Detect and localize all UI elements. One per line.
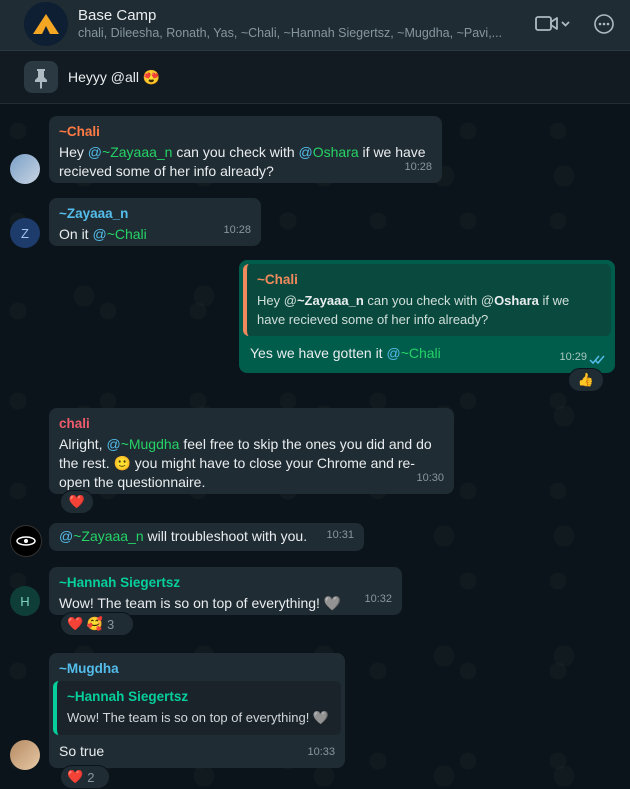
sender-name[interactable]: chali	[59, 414, 444, 433]
group-avatar[interactable]	[24, 2, 68, 46]
mention[interactable]: @~Mugdha	[106, 436, 179, 452]
mention[interactable]: @Oshara	[299, 144, 359, 160]
reaction-pill[interactable]: 👍	[568, 368, 604, 392]
logo-icon	[16, 536, 36, 546]
message-bubble[interactable]: @~Zayaaa_n will troubleshoot with you. 1…	[49, 523, 364, 551]
pin-icon	[24, 61, 58, 93]
ellipsis-icon	[594, 14, 614, 34]
mention[interactable]: @~Chali	[92, 226, 146, 242]
tent-icon	[24, 2, 68, 46]
message-bubble[interactable]: ~Chali Hey @~Zayaaa_n can you check with…	[49, 116, 442, 183]
pinned-text: Heyyy @all 😍	[68, 69, 161, 85]
video-call-button[interactable]	[534, 13, 574, 35]
reaction-count: 2	[87, 769, 95, 785]
message-bubble[interactable]: chali Alright, @~Mugdha feel free to ski…	[49, 408, 454, 494]
message-time: 10:33	[307, 746, 335, 758]
avatar-hannah[interactable]: H	[10, 586, 40, 616]
chat-title[interactable]: Base Camp	[78, 7, 156, 24]
reaction-pill[interactable]: ❤️ 2	[60, 765, 110, 789]
message-time: 10:31	[326, 529, 354, 541]
message-text: Wow! The team is so on top of everything…	[59, 595, 342, 611]
message-text: Hey @~Zayaaa_n can you check with @Oshar…	[59, 144, 426, 179]
avatar-chali[interactable]	[10, 154, 40, 184]
message-time: 10:32	[364, 593, 392, 605]
message-bubble[interactable]: ~Zayaaa_n On it @~Chali 10:28	[49, 198, 261, 246]
reaction-pill[interactable]: ❤️ 🥰 3	[60, 612, 134, 636]
message-time: 10:29	[559, 351, 587, 363]
quoted-message[interactable]: ~Chali Hey @~Zayaaa_n can you check with…	[243, 264, 611, 336]
sender-name[interactable]: ~Mugdha	[59, 659, 119, 678]
sender-name[interactable]: ~Chali	[59, 122, 432, 141]
message-list[interactable]: ~Chali Hey @~Zayaaa_n can you check with…	[0, 104, 630, 789]
message-text: So true	[59, 743, 105, 759]
pinned-message-bar[interactable]: Heyyy @all 😍	[0, 51, 630, 104]
quoted-text: Wow! The team is so on top of everything…	[67, 710, 330, 725]
quoted-sender: ~Hannah Siegertsz	[67, 689, 189, 704]
more-options-button[interactable]	[593, 13, 615, 35]
member-list[interactable]: chali, Dileesha, Ronath, Yas, ~Chali, ~H…	[78, 26, 502, 40]
message-time: 10:28	[404, 161, 432, 173]
heart-icon: ❤️	[68, 494, 86, 509]
avatar-logo[interactable]	[10, 525, 42, 557]
mention[interactable]: @~Zayaaa_n	[59, 528, 144, 544]
sender-name[interactable]: ~Zayaaa_n	[59, 204, 251, 223]
message-text: @~Zayaaa_n will troubleshoot with you.	[59, 528, 308, 544]
heart-icon: ❤️	[67, 769, 84, 784]
reaction-pill[interactable]: ❤️	[60, 490, 94, 514]
message-text: On it @~Chali	[59, 226, 147, 242]
sender-name[interactable]: ~Hannah Siegertsz	[59, 573, 392, 592]
reaction-count: 3	[107, 616, 115, 632]
quoted-text: Hey @~Zayaaa_n can you check with @Oshar…	[257, 293, 570, 327]
video-camera-icon	[535, 16, 570, 31]
avatar-mugdha[interactable]	[10, 740, 40, 770]
read-receipt-icon	[589, 355, 605, 365]
avatar-zayaaa[interactable]: Z	[10, 218, 40, 248]
message-time: 10:30	[416, 472, 444, 484]
mention[interactable]: @~Chali	[386, 345, 440, 361]
reaction-emojis: ❤️ 🥰	[67, 616, 103, 631]
message-bubble[interactable]: ~Mugdha ~Hannah Siegertsz Wow! The team …	[49, 653, 345, 768]
chat-header: Base Camp chali, Dileesha, Ronath, Yas, …	[0, 0, 630, 51]
message-text: Yes we have gotten it @~Chali	[250, 345, 441, 361]
quoted-sender: ~Chali	[257, 272, 298, 287]
message-bubble-outgoing[interactable]: ~Chali Hey @~Zayaaa_n can you check with…	[239, 260, 615, 373]
message-bubble[interactable]: ~Hannah Siegertsz Wow! The team is so on…	[49, 567, 402, 615]
thumbs-up-icon: 👍	[577, 372, 595, 387]
message-text: Alright, @~Mugdha feel free to skip the …	[59, 436, 432, 490]
mention[interactable]: @~Zayaaa_n	[88, 144, 173, 160]
quoted-message[interactable]: ~Hannah Siegertsz Wow! The team is so on…	[53, 681, 341, 735]
message-time: 10:28	[223, 224, 251, 236]
